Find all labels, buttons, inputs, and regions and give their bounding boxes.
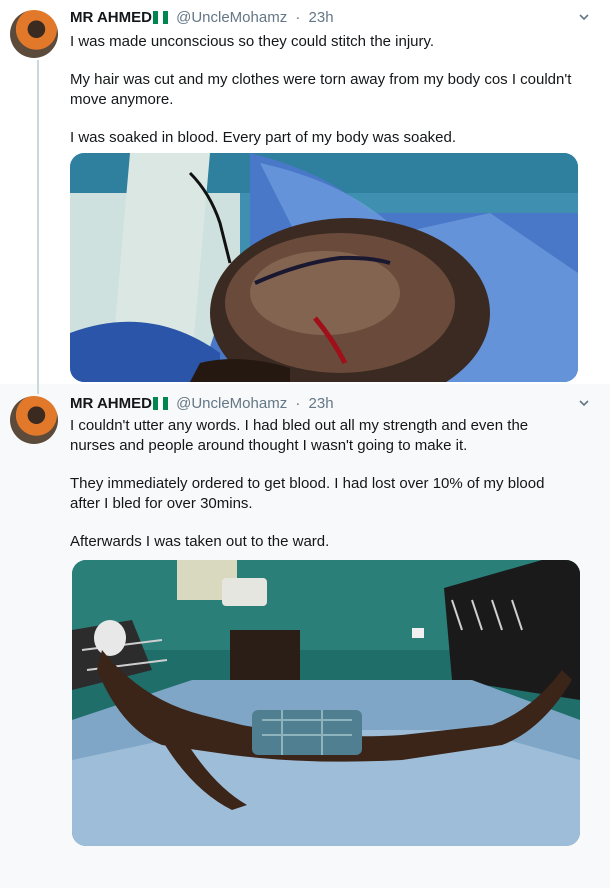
tweet-paragraph: Afterwards I was taken out to the ward. <box>70 533 330 550</box>
avatar[interactable] <box>10 10 58 58</box>
tweet-photo[interactable] <box>72 560 580 846</box>
tweet-text: I couldn't utter any words. I had bled o… <box>70 416 570 570</box>
avatar[interactable] <box>10 396 58 444</box>
tweet-text: I was made unconscious so they could sti… <box>70 32 590 166</box>
tweet-header: MR AHMED @UncleMohamz · 23h <box>70 394 594 414</box>
thread-line <box>37 384 39 394</box>
nigeria-flag-icon <box>152 396 168 416</box>
tweet[interactable]: MR AHMED @UncleMohamz · 23h I couldn't u… <box>0 384 610 888</box>
author-name[interactable]: MR AHMED <box>70 9 152 26</box>
tweet-paragraph: My hair was cut and my clothes were torn… <box>70 71 572 108</box>
chevron-down-icon[interactable] <box>578 396 590 408</box>
tweet-paragraph: I couldn't utter any words. I had bled o… <box>70 417 529 454</box>
timestamp[interactable]: 23h <box>309 395 334 412</box>
tweet[interactable]: MR AHMED @UncleMohamz · 23h I was made u… <box>0 0 610 384</box>
author-handle[interactable]: @UncleMohamz <box>176 9 287 26</box>
separator: · <box>295 9 301 26</box>
thread-line <box>37 60 39 384</box>
tweet-header: MR AHMED @UncleMohamz · 23h <box>70 8 594 28</box>
timestamp[interactable]: 23h <box>309 9 334 26</box>
author-handle[interactable]: @UncleMohamz <box>176 395 287 412</box>
tweet-paragraph: I was soaked in blood. Every part of my … <box>70 129 457 146</box>
tweet-paragraph: They immediately ordered to get blood. I… <box>70 475 545 512</box>
photo-wound-stitches <box>70 153 578 382</box>
tweet-paragraph: I was made unconscious so they could sti… <box>70 33 435 50</box>
photo-hospital-ward <box>72 560 580 846</box>
tweet-photo[interactable] <box>70 153 578 382</box>
chevron-down-icon[interactable] <box>578 10 590 22</box>
author-name[interactable]: MR AHMED <box>70 395 152 412</box>
separator: · <box>295 395 301 412</box>
nigeria-flag-icon <box>152 10 168 30</box>
